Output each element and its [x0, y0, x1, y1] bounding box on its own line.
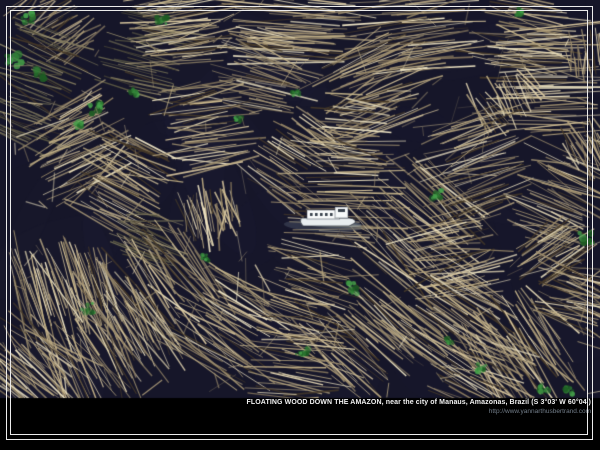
caption-url: http://www.yannarthusbertrand.com: [247, 408, 591, 415]
photo-caption: FLOATING WOOD DOWN THE AMAZON, near the …: [247, 399, 591, 415]
amazon-photo-canvas: [0, 0, 600, 450]
wallpaper: FLOATING WOOD DOWN THE AMAZON, near the …: [0, 0, 600, 450]
caption-title: FLOATING WOOD DOWN THE AMAZON, near the …: [247, 399, 591, 407]
